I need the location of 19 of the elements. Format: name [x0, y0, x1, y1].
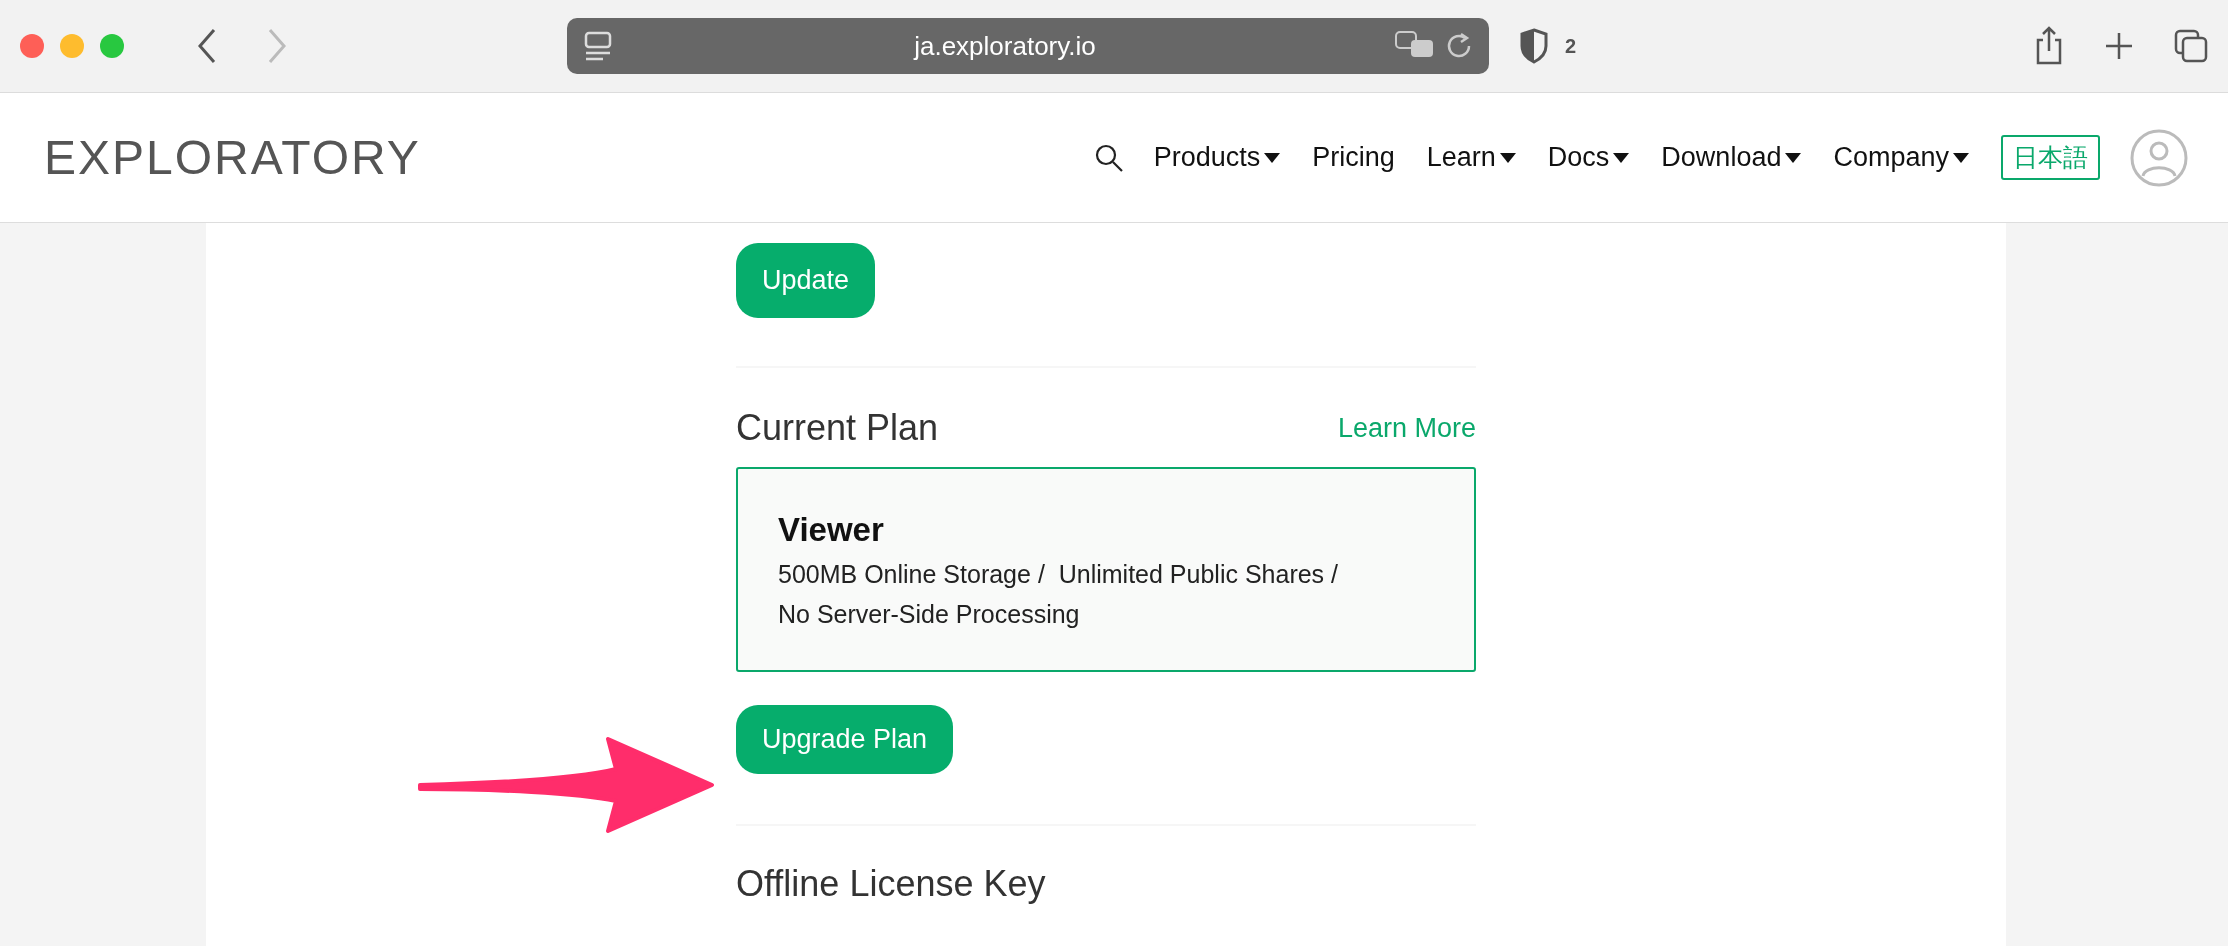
- share-icon[interactable]: [2034, 26, 2064, 66]
- plan-details: No Server-Side Processing: [778, 599, 1081, 631]
- section-heading: Current Plan: [736, 405, 939, 449]
- plan-name: Viewer: [778, 509, 885, 550]
- tracker-count: 2: [1565, 34, 1577, 59]
- window-control-icon[interactable]: [20, 34, 44, 58]
- nav-link[interactable]: Pricing: [1312, 137, 1395, 178]
- plan-details: 500MB Online Storage / Unlimited Public Shares /: [778, 559, 1339, 591]
- nav-link[interactable]: Products: [1153, 137, 1281, 178]
- section-heading: Offline License Key: [736, 861, 1047, 905]
- nav-link[interactable]: Company: [1833, 137, 1969, 178]
- site-logo[interactable]: EXPLORATORY: [44, 121, 421, 194]
- search-icon[interactable]: [1093, 142, 1124, 173]
- nav-link[interactable]: Learn: [1426, 137, 1516, 178]
- plus-icon[interactable]: [2104, 31, 2134, 61]
- shield-icon[interactable]: [1519, 28, 1549, 64]
- tabs-icon[interactable]: [2174, 29, 2208, 63]
- nav-link[interactable]: Docs: [1547, 137, 1630, 178]
- nav-link[interactable]: Download: [1661, 137, 1802, 178]
